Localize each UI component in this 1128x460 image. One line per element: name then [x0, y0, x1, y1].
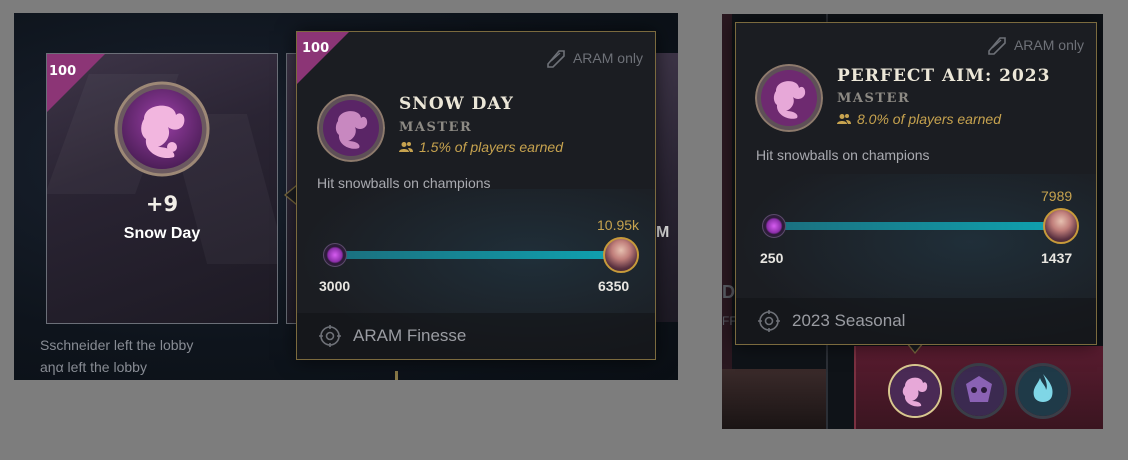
divider-tick	[395, 371, 398, 380]
progress-fill	[335, 251, 619, 259]
next-threshold: 10.95k	[597, 217, 640, 233]
challenge-category: ARAM Finesse	[319, 325, 466, 347]
challenge-category: 2023 Seasonal	[758, 310, 905, 332]
players-earned-text: 8.0% of players earned	[857, 111, 1001, 127]
players-earned: 8.0% of players earned	[837, 111, 1001, 127]
next-threshold: 7989	[1041, 188, 1073, 204]
progress-start-value: 250	[760, 250, 784, 266]
category-name: ARAM Finesse	[353, 326, 467, 345]
tooltip-title: PERFECT AIM: 2023	[837, 66, 1051, 86]
challenge-card-snow-day[interactable]: 100 +9 Snow Day	[46, 53, 278, 324]
players-icon	[837, 114, 851, 124]
players-icon	[399, 142, 413, 152]
aram-bridge-icon	[547, 50, 565, 68]
tooltip-description: Hit snowballs on champions	[317, 175, 491, 191]
aram-bridge-icon	[988, 37, 1006, 55]
snowball-emblem-icon	[114, 81, 210, 177]
mode-tag-text: ARAM only	[572, 50, 643, 66]
challenge-tooltip: ARAM only PERFECT AIM: 2023 MASTER 8.0% …	[735, 22, 1097, 345]
progress-start-marker	[323, 243, 347, 267]
mode-tag: ARAM only	[545, 48, 643, 68]
progress-start-value: 3000	[319, 278, 351, 294]
level-badge-text: 100	[49, 64, 77, 79]
bg-video-thumb	[722, 369, 826, 429]
category-crest-icon	[319, 325, 341, 347]
progress-current-value: 1437	[1041, 250, 1073, 266]
level-badge	[297, 32, 349, 84]
challenges-panel-right: DI FF ARAM only PERFECT AIM: 2023 MASTER…	[722, 14, 1103, 429]
progress-fill	[773, 222, 1061, 230]
challenge-tooltip: 100 ARAM only SNOW DAY MASTER 1.5% of pl…	[296, 31, 656, 360]
bg-strip	[722, 14, 732, 429]
tooltip-description: Hit snowballs on champions	[756, 147, 930, 163]
champion-portrait	[1043, 208, 1079, 244]
progress-start-marker	[762, 214, 786, 238]
challenge-name: Snow Day	[123, 225, 201, 242]
category-name: 2023 Seasonal	[792, 311, 906, 330]
challenges-panel-left: 100 +9 Snow Day M Sschneider left the lo…	[14, 13, 678, 380]
snowball-emblem-icon	[755, 64, 823, 132]
tooltip-title: SNOW DAY	[399, 94, 514, 114]
category-crest-icon	[758, 310, 780, 332]
level-badge	[47, 54, 105, 112]
partial-card-text: M	[656, 224, 670, 241]
challenge-count: +9	[145, 192, 179, 216]
snowball-emblem-icon	[317, 94, 385, 162]
chat-message: aηα left the lobby	[40, 359, 147, 375]
snowball-emblem-icon[interactable]	[890, 366, 940, 416]
players-earned-text: 1.5% of players earned	[419, 139, 563, 155]
players-earned: 1.5% of players earned	[399, 139, 563, 155]
mode-tag-text: ARAM only	[1013, 37, 1084, 53]
tooltip-tier: MASTER	[399, 120, 473, 135]
chat-message: Sschneider left the lobby	[40, 337, 194, 353]
tooltip-tier: MASTER	[837, 91, 911, 106]
frost-flame-emblem-icon[interactable]	[1018, 366, 1068, 416]
level-badge-text: 100	[302, 41, 330, 56]
progress-current-value: 6350	[598, 278, 630, 294]
champion-portrait	[603, 237, 639, 273]
mode-tag: ARAM only	[986, 35, 1084, 55]
aram-skull-emblem-icon[interactable]	[954, 366, 1004, 416]
